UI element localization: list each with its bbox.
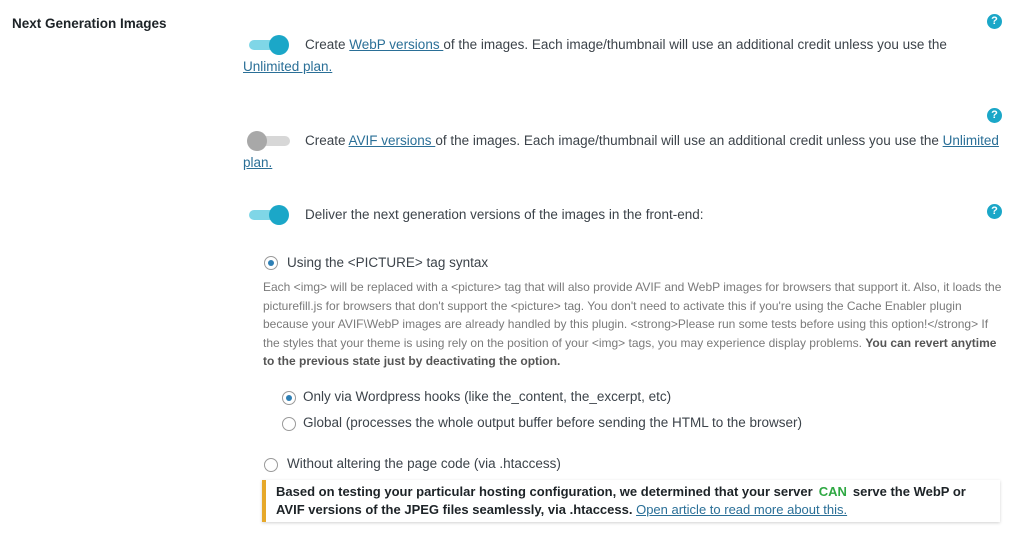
notice-text-before: Based on testing your particular hosting… [276,484,813,499]
open-article-link[interactable]: Open article to read more about this. [636,502,847,517]
wordpress-hooks-radio[interactable] [282,391,296,405]
section-label: Next Generation Images [12,16,167,31]
webp-text-after: of the images. Each image/thumbnail will… [443,37,947,52]
avif-help-icon[interactable]: ? [987,108,1002,123]
global-buffer-radio[interactable] [282,417,296,431]
picture-syntax-label[interactable]: Using the <PICTURE> tag syntax [287,255,488,270]
deliver-text: Deliver the next generation versions of … [305,207,704,222]
avif-versions-link[interactable]: AVIF versions [349,133,436,148]
deliver-toggle[interactable] [246,205,290,225]
avif-description: Create AVIF versions of the images. Each… [243,130,1013,174]
avif-plan-link[interactable]: plan. [243,155,272,170]
webp-help-icon[interactable]: ? [987,14,1002,29]
webp-description: Create WebP versions of the images. Each… [243,34,1003,78]
deliver-help-icon[interactable]: ? [987,204,1002,219]
htaccess-label[interactable]: Without altering the page code (via .hta… [287,456,561,471]
webp-unlimited-plan-link[interactable]: Unlimited plan. [243,59,332,74]
htaccess-radio[interactable] [264,458,278,472]
picture-syntax-radio[interactable] [264,256,278,270]
webp-text-before: Create [305,37,350,52]
avif-text-after: of the images. Each image/thumbnail will… [435,133,943,148]
htaccess-notice: Based on testing your particular hosting… [262,480,1000,522]
webp-versions-link[interactable]: WebP versions [349,37,443,52]
avif-unlimited-link[interactable]: Unlimited [943,133,999,148]
toggle-knob [269,205,289,225]
server-status-badge: CAN [818,484,847,499]
picture-syntax-description: Each <img> will be replaced with a <pict… [263,278,1003,371]
avif-text-before: Create [305,133,349,148]
wordpress-hooks-label[interactable]: Only via Wordpress hooks (like the_conte… [303,389,671,404]
global-buffer-label[interactable]: Global (processes the whole output buffe… [303,415,802,430]
